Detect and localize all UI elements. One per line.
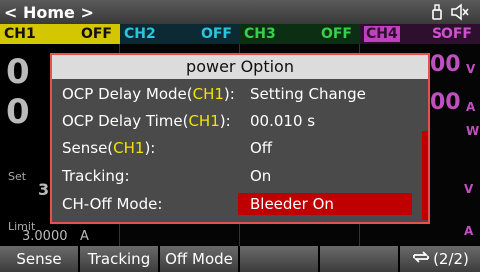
home-button[interactable]: < Home > [0,3,94,22]
ch1-voltage-digit: 0 [6,52,30,92]
channel-name: CH1 [4,26,36,42]
channel-strip: CH1 OFF CH2 OFF CH3 OFF CH4 S OFF [0,24,480,44]
ch4-current-digits: 00 [430,90,461,115]
channel-state: OFF [320,26,352,42]
ch4-set-unit: V [464,182,474,196]
sense-softkey[interactable]: Sense [0,246,78,272]
channel-tab-ch1[interactable]: CH1 OFF [0,24,120,44]
channel-tab-ch2[interactable]: CH2 OFF [120,24,240,44]
channel-name: CH2 [124,26,156,42]
channel-name: CH4 [364,26,400,42]
ch4-voltage-digits: 00 [430,52,461,77]
tracking-value[interactable]: On [250,165,271,187]
ch1-set-value: 3 [38,180,50,199]
top-bar: < Home > [0,0,480,24]
channel-tab-ch4[interactable]: CH4 S OFF [360,24,480,44]
ch4-limit-unit: A [464,224,474,238]
off-mode-softkey[interactable]: Off Mode [160,246,238,272]
ch1-limit-value: 3.0000 [22,229,68,244]
ch1-limit-unit: A [80,229,89,244]
channel-tab-ch3[interactable]: CH3 OFF [240,24,360,44]
dialog-title: power Option [52,55,428,79]
channel-state: OFF [80,26,112,42]
blank-softkey-4[interactable] [240,246,318,272]
sense-value[interactable]: Off [250,137,272,159]
usb-icon [430,3,444,21]
blank-softkey-5[interactable] [320,246,398,272]
channel-name: CH3 [244,26,276,42]
status-icons [430,3,470,21]
ch-off-mode-label: CH-Off Mode: [62,195,163,213]
speaker-mute-icon [450,3,470,21]
ch-off-mode-value-selected[interactable]: Bleeder On [238,193,412,215]
ch1-current-digit: 0 [6,92,30,132]
ocp-delay-time-label: OCP Delay Time(CH1): [62,112,231,130]
tracking-label: Tracking: [62,167,130,185]
ch4-voltage-unit: V [466,62,476,76]
channel-state: OFF [440,26,472,42]
ocp-delay-mode-label: OCP Delay Mode(CH1): [62,85,235,103]
channel-state: OFF [200,26,232,42]
page-toggle-softkey[interactable]: (2/2) [400,246,480,272]
dialog-scrollbar[interactable] [422,131,428,220]
page-indicator: (2/2) [433,250,469,268]
ocp-delay-mode-value[interactable]: Setting Change [250,83,366,105]
sense-label: Sense(CH1): [62,139,156,157]
ch4-power-unit: W [466,124,480,138]
power-option-dialog: power Option OCP Delay Mode(CH1): Settin… [50,53,430,224]
softkey-bar: Sense Tracking Off Mode (2/2) [0,246,480,272]
ch4-current-unit: A [466,100,476,114]
ocp-delay-time-value[interactable]: 00.010 s [250,110,315,132]
ch1-set-label: Set [8,170,27,183]
tracking-softkey[interactable]: Tracking [80,246,158,272]
cycle-icon [411,246,431,272]
